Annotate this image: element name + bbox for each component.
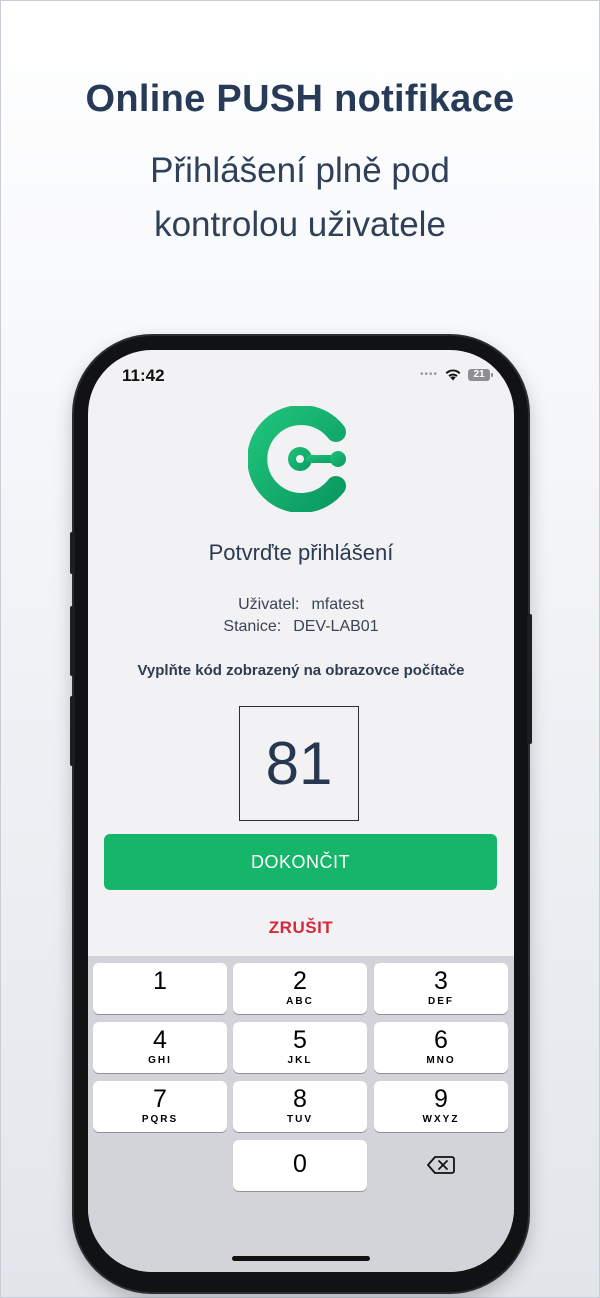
volume-up-button	[70, 606, 75, 676]
code-instruction: Vyplňte kód zobrazený na obrazovce počít…	[137, 662, 465, 679]
key-7[interactable]: 7 PQRS	[93, 1081, 227, 1132]
key-digit: 5	[293, 1026, 307, 1054]
key-letters: ABC	[286, 996, 314, 1007]
silent-switch	[70, 532, 75, 574]
key-digit: 1	[153, 967, 167, 995]
user-value: mfatest	[311, 596, 364, 613]
delete-key[interactable]	[374, 1140, 508, 1191]
status-icons: •••• 21	[419, 368, 493, 381]
app-logo-icon	[248, 406, 346, 512]
home-indicator[interactable]	[232, 1256, 370, 1261]
key-letters: TUV	[287, 1114, 313, 1125]
confirm-title: Potvrďte přihlášení	[208, 540, 394, 565]
battery-icon: 21	[468, 368, 493, 381]
key-3[interactable]: 3 DEF	[374, 963, 508, 1014]
key-digit: 2	[293, 967, 307, 995]
status-bar: 11:42 •••• 21	[122, 366, 493, 390]
backspace-icon	[427, 1156, 455, 1174]
key-letters: WXYZ	[422, 1114, 460, 1125]
finish-button[interactable]: DOKONČIT	[104, 834, 497, 890]
key-5[interactable]: 5 JKL	[233, 1022, 367, 1073]
key-letters: PQRS	[141, 1114, 179, 1125]
key-0[interactable]: 0	[233, 1140, 367, 1191]
key-letters: JKL	[287, 1055, 313, 1066]
promo-headline: Online PUSH notifikace	[85, 78, 515, 120]
wifi-icon	[445, 369, 461, 381]
status-time: 11:42	[122, 366, 165, 385]
key-6[interactable]: 6 MNO	[374, 1022, 508, 1073]
key-digit: 7	[153, 1085, 167, 1113]
signal-dots-icon: ••••	[419, 369, 438, 380]
station-label: Stanice:	[223, 618, 282, 635]
power-button	[527, 614, 532, 744]
key-letters: MNO	[426, 1055, 456, 1066]
key-9[interactable]: 9 WXYZ	[374, 1081, 508, 1132]
key-letters: DEF	[428, 996, 454, 1007]
phone-screen: 11:42 •••• 21 Potvrďte přihlášení Uživat…	[88, 350, 514, 1272]
numeric-keypad: 1 2 ABC 3 DEF 4 GHI 5 JKL 6 MNO 7 PQRS 8 TUV 9W…	[88, 956, 514, 1272]
key-1[interactable]: 1	[93, 963, 227, 1014]
promo-subline-2: kontrolou uživatele	[154, 205, 446, 244]
user-info-row: Uživatel: mfatest	[88, 596, 514, 614]
user-label: Uživatel:	[238, 596, 300, 613]
key-digit: 9	[434, 1085, 448, 1113]
key-digit: 3	[434, 967, 448, 995]
key-8[interactable]: 8 TUV	[233, 1081, 367, 1132]
volume-down-button	[70, 696, 75, 766]
cancel-button[interactable]: ZRUŠIT	[88, 918, 514, 938]
key-digit: 0	[293, 1150, 307, 1178]
key-digit: 4	[153, 1026, 167, 1054]
station-info-row: Stanice: DEV-LAB01	[88, 618, 514, 636]
promo-subline-1: Přihlášení plně pod	[150, 151, 450, 190]
key-digit: 6	[434, 1026, 448, 1054]
key-2[interactable]: 2 ABC	[233, 963, 367, 1014]
key-digit: 8	[293, 1085, 307, 1113]
promo-subheadline: Přihlášení plně pod kontrolou uživatele	[0, 144, 600, 252]
code-input[interactable]: 81	[239, 706, 359, 821]
key-letters: GHI	[148, 1055, 172, 1066]
key-4[interactable]: 4 GHI	[93, 1022, 227, 1073]
station-value: DEV-LAB01	[293, 618, 379, 635]
